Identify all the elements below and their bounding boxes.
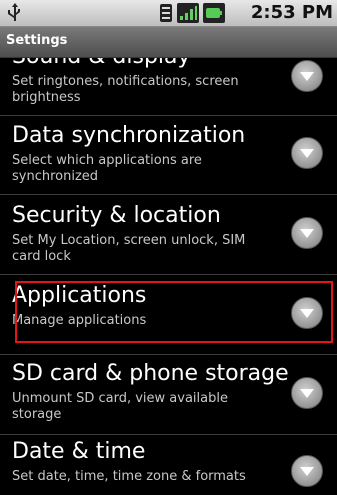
settings-item-title: Data synchronization (12, 123, 246, 148)
title-bar: Settings (0, 27, 337, 58)
chevron-down-icon (291, 137, 323, 169)
chevron-down-icon (291, 60, 323, 92)
settings-item-sd-card-storage[interactable]: SD card & phone storage Unmount SD card,… (0, 355, 337, 435)
chevron-down-icon (291, 297, 323, 329)
battery-icon (203, 3, 225, 23)
settings-item-subtitle: Set My Location, screen unlock, SIM card… (12, 233, 246, 264)
chevron-down-icon (291, 217, 323, 249)
settings-item-title: Applications (12, 283, 147, 308)
settings-item-title: SD card & phone storage (12, 361, 289, 386)
signal-icon (177, 3, 199, 23)
settings-item-date-time[interactable]: Date & time Set date, time, time zone & … (0, 435, 337, 495)
page-title: Settings (6, 33, 68, 48)
settings-item-subtitle: Manage applications (12, 313, 147, 328)
settings-list[interactable]: Sound & display Set ringtones, notificat… (0, 58, 337, 495)
usb-icon (8, 3, 20, 21)
settings-item-subtitle: Set ringtones, notifications, screen bri… (12, 74, 239, 105)
status-bar: 2:53 PM (0, 0, 337, 27)
settings-item-security-location[interactable]: Security & location Set My Location, scr… (0, 195, 337, 275)
settings-item-subtitle: Select which applications are synchroniz… (12, 153, 202, 184)
status-icons (159, 3, 225, 23)
settings-item-sound-display[interactable]: Sound & display Set ringtones, notificat… (0, 58, 337, 116)
clock: 2:53 PM (250, 2, 333, 23)
settings-item-title: Date & time (12, 439, 146, 464)
notification-icon (160, 4, 172, 22)
chevron-down-icon (291, 455, 323, 487)
settings-item-subtitle: Set date, time, time zone & formats (12, 469, 246, 484)
settings-item-subtitle: Unmount SD card, view available storage (12, 391, 228, 422)
settings-item-title: Security & location (12, 203, 221, 228)
settings-item-title: Sound & display (12, 58, 191, 69)
settings-item-data-sync[interactable]: Data synchronization Select which applic… (0, 115, 337, 195)
chevron-down-icon (291, 377, 323, 409)
settings-item-applications[interactable]: Applications Manage applications (0, 275, 337, 355)
